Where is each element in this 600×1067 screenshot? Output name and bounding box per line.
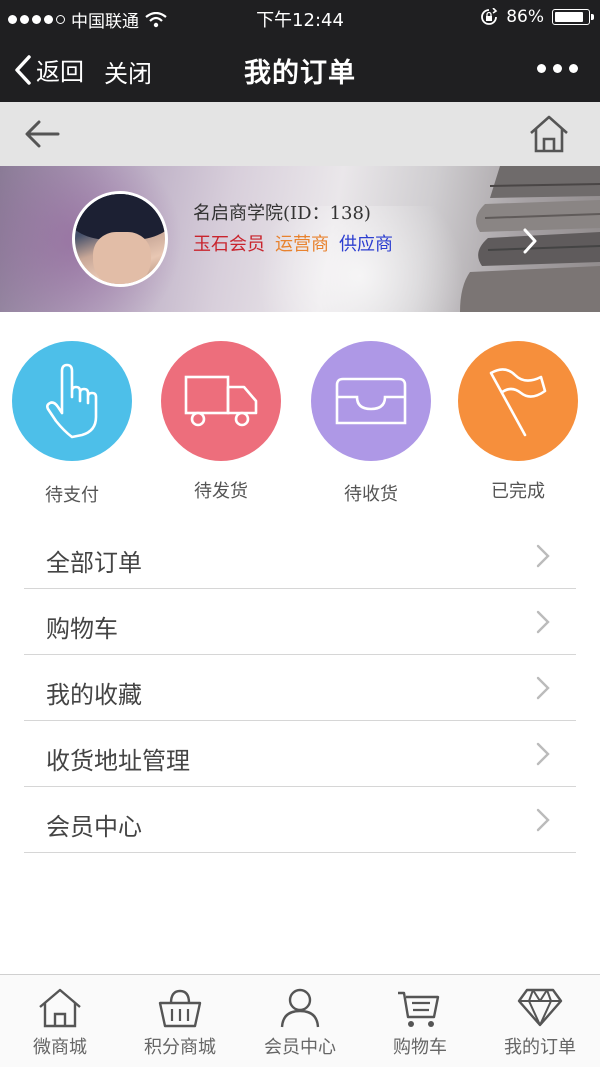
inbox-tray-icon <box>335 377 407 425</box>
tab-member-center[interactable]: 会员中心 <box>240 975 360 1067</box>
tab-label: 微商城 <box>33 1037 87 1058</box>
user-roles: 玉石会员 运营商 供应商 <box>193 230 393 256</box>
menu-item-label: 全部订单 <box>46 549 142 577</box>
tab-label: 购物车 <box>393 1037 447 1058</box>
menu-item-label: 购物车 <box>46 615 118 643</box>
menu-item-all-orders[interactable]: 全部订单 <box>24 523 576 589</box>
order-status-label: 已完成 <box>491 481 545 502</box>
menu-item-label: 收货地址管理 <box>46 747 190 775</box>
status-right: 86% <box>480 7 594 27</box>
tab-label: 会员中心 <box>264 1037 336 1058</box>
nav-bar: 返回 关闭 我的订单 <box>0 34 600 102</box>
menu-item-label: 会员中心 <box>46 813 142 841</box>
menu-item-cart[interactable]: 购物车 <box>24 589 576 655</box>
page-title: 我的订单 <box>244 58 356 89</box>
pointing-hand-icon <box>46 363 98 439</box>
user-name: 名启商学院(ID：138) <box>193 203 371 224</box>
tab-micro-mall[interactable]: 微商城 <box>0 975 120 1067</box>
battery-icon <box>552 9 594 25</box>
tab-shopping-cart[interactable]: 购物车 <box>360 975 480 1067</box>
chevron-right-icon <box>536 808 550 832</box>
cart-icon <box>398 991 440 1027</box>
chevron-right-icon <box>536 544 550 568</box>
tab-label: 我的订单 <box>504 1037 576 1058</box>
tab-bar: 微商城 积分商城 会员中心 购物车 我的订单 <box>0 974 600 1067</box>
battery-percent: 86% <box>506 7 544 27</box>
more-dot-icon <box>537 64 546 73</box>
menu-item-member-center[interactable]: 会员中心 <box>24 787 576 853</box>
more-button[interactable] <box>537 64 578 73</box>
role-badge: 供应商 <box>339 234 393 255</box>
menu-item-favorites[interactable]: 我的收藏 <box>24 655 576 721</box>
menu-item-address[interactable]: 收货地址管理 <box>24 721 576 787</box>
order-status-completed[interactable] <box>458 341 578 461</box>
chevron-right-icon <box>536 676 550 700</box>
order-status-pending-shipment[interactable] <box>161 341 281 461</box>
order-status-label: 待发货 <box>194 481 248 502</box>
home-icon[interactable] <box>528 114 570 154</box>
chevron-right-icon <box>523 228 537 254</box>
back-arrow-icon[interactable] <box>24 118 60 150</box>
diamond-icon <box>517 988 563 1027</box>
more-dot-icon <box>569 64 578 73</box>
order-status-pending-receipt[interactable] <box>311 341 431 461</box>
role-badge: 玉石会员 <box>193 234 265 255</box>
orientation-lock-icon <box>481 8 498 25</box>
tab-label: 积分商城 <box>144 1037 216 1058</box>
avatar-face <box>93 232 151 284</box>
avatar[interactable] <box>72 191 168 287</box>
flag-icon <box>489 368 547 437</box>
user-icon <box>280 988 320 1028</box>
tab-points-mall[interactable]: 积分商城 <box>120 975 240 1067</box>
order-status-label: 待支付 <box>45 485 99 506</box>
role-badge: 运营商 <box>275 234 329 255</box>
order-status-label: 待收货 <box>344 484 398 505</box>
chevron-right-icon <box>536 610 550 634</box>
toolbar <box>0 102 600 166</box>
menu-item-label: 我的收藏 <box>46 681 142 709</box>
tab-my-orders[interactable]: 我的订单 <box>480 975 600 1067</box>
more-dot-icon <box>553 64 562 73</box>
basket-icon <box>158 989 202 1028</box>
delivery-truck-icon <box>184 375 258 427</box>
status-bar: 中国联通 下午12:44 86% <box>0 0 600 34</box>
order-status-pending-payment[interactable] <box>12 341 132 461</box>
chevron-right-icon <box>536 742 550 766</box>
home-icon <box>39 988 81 1028</box>
profile-banner[interactable]: 名启商学院(ID：138) 玉石会员 运营商 供应商 <box>0 166 600 312</box>
